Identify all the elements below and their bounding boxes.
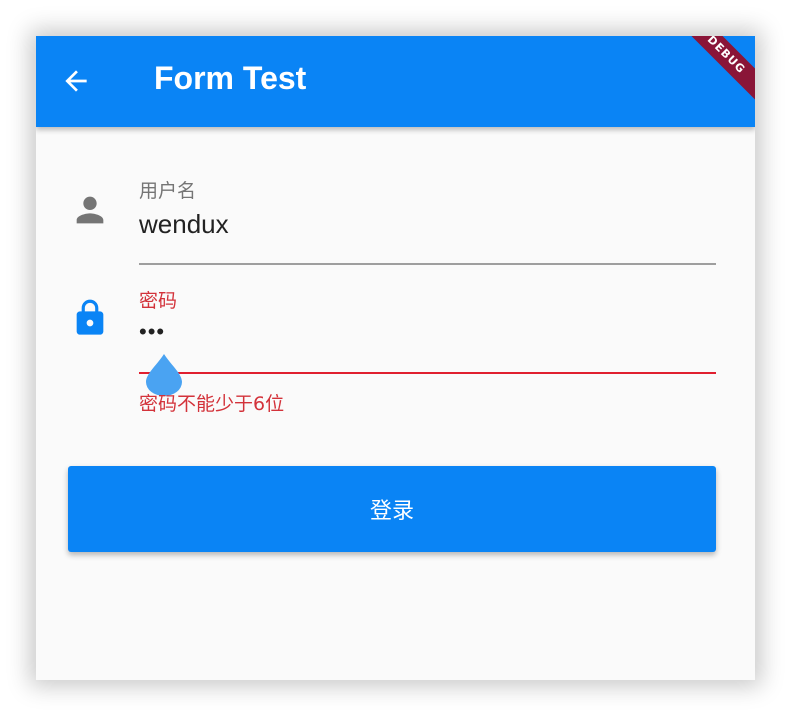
username-input[interactable]: wendux	[139, 208, 229, 240]
username-underline	[139, 263, 716, 265]
app-bar: Form Test DEBUG	[36, 36, 755, 127]
password-input[interactable]: •••	[139, 316, 165, 348]
page-title: Form Test	[154, 60, 307, 96]
username-label: 用户名	[139, 180, 197, 202]
person-icon	[76, 196, 104, 224]
text-selection-handle-icon[interactable]	[144, 352, 184, 396]
login-button[interactable]: 登录	[68, 466, 716, 552]
back-button[interactable]	[54, 59, 98, 103]
password-underline	[139, 372, 716, 374]
lock-icon	[76, 299, 104, 335]
password-label: 密码	[139, 290, 178, 312]
arrow-back-icon	[65, 70, 87, 92]
login-button-label: 登录	[369, 499, 414, 524]
app-screen: Form Test DEBUG 用户名 wendux 密码 ••• 密码不能少于…	[36, 36, 755, 680]
password-error-text: 密码不能少于6位	[139, 393, 285, 415]
debug-banner: DEBUG	[672, 36, 755, 109]
